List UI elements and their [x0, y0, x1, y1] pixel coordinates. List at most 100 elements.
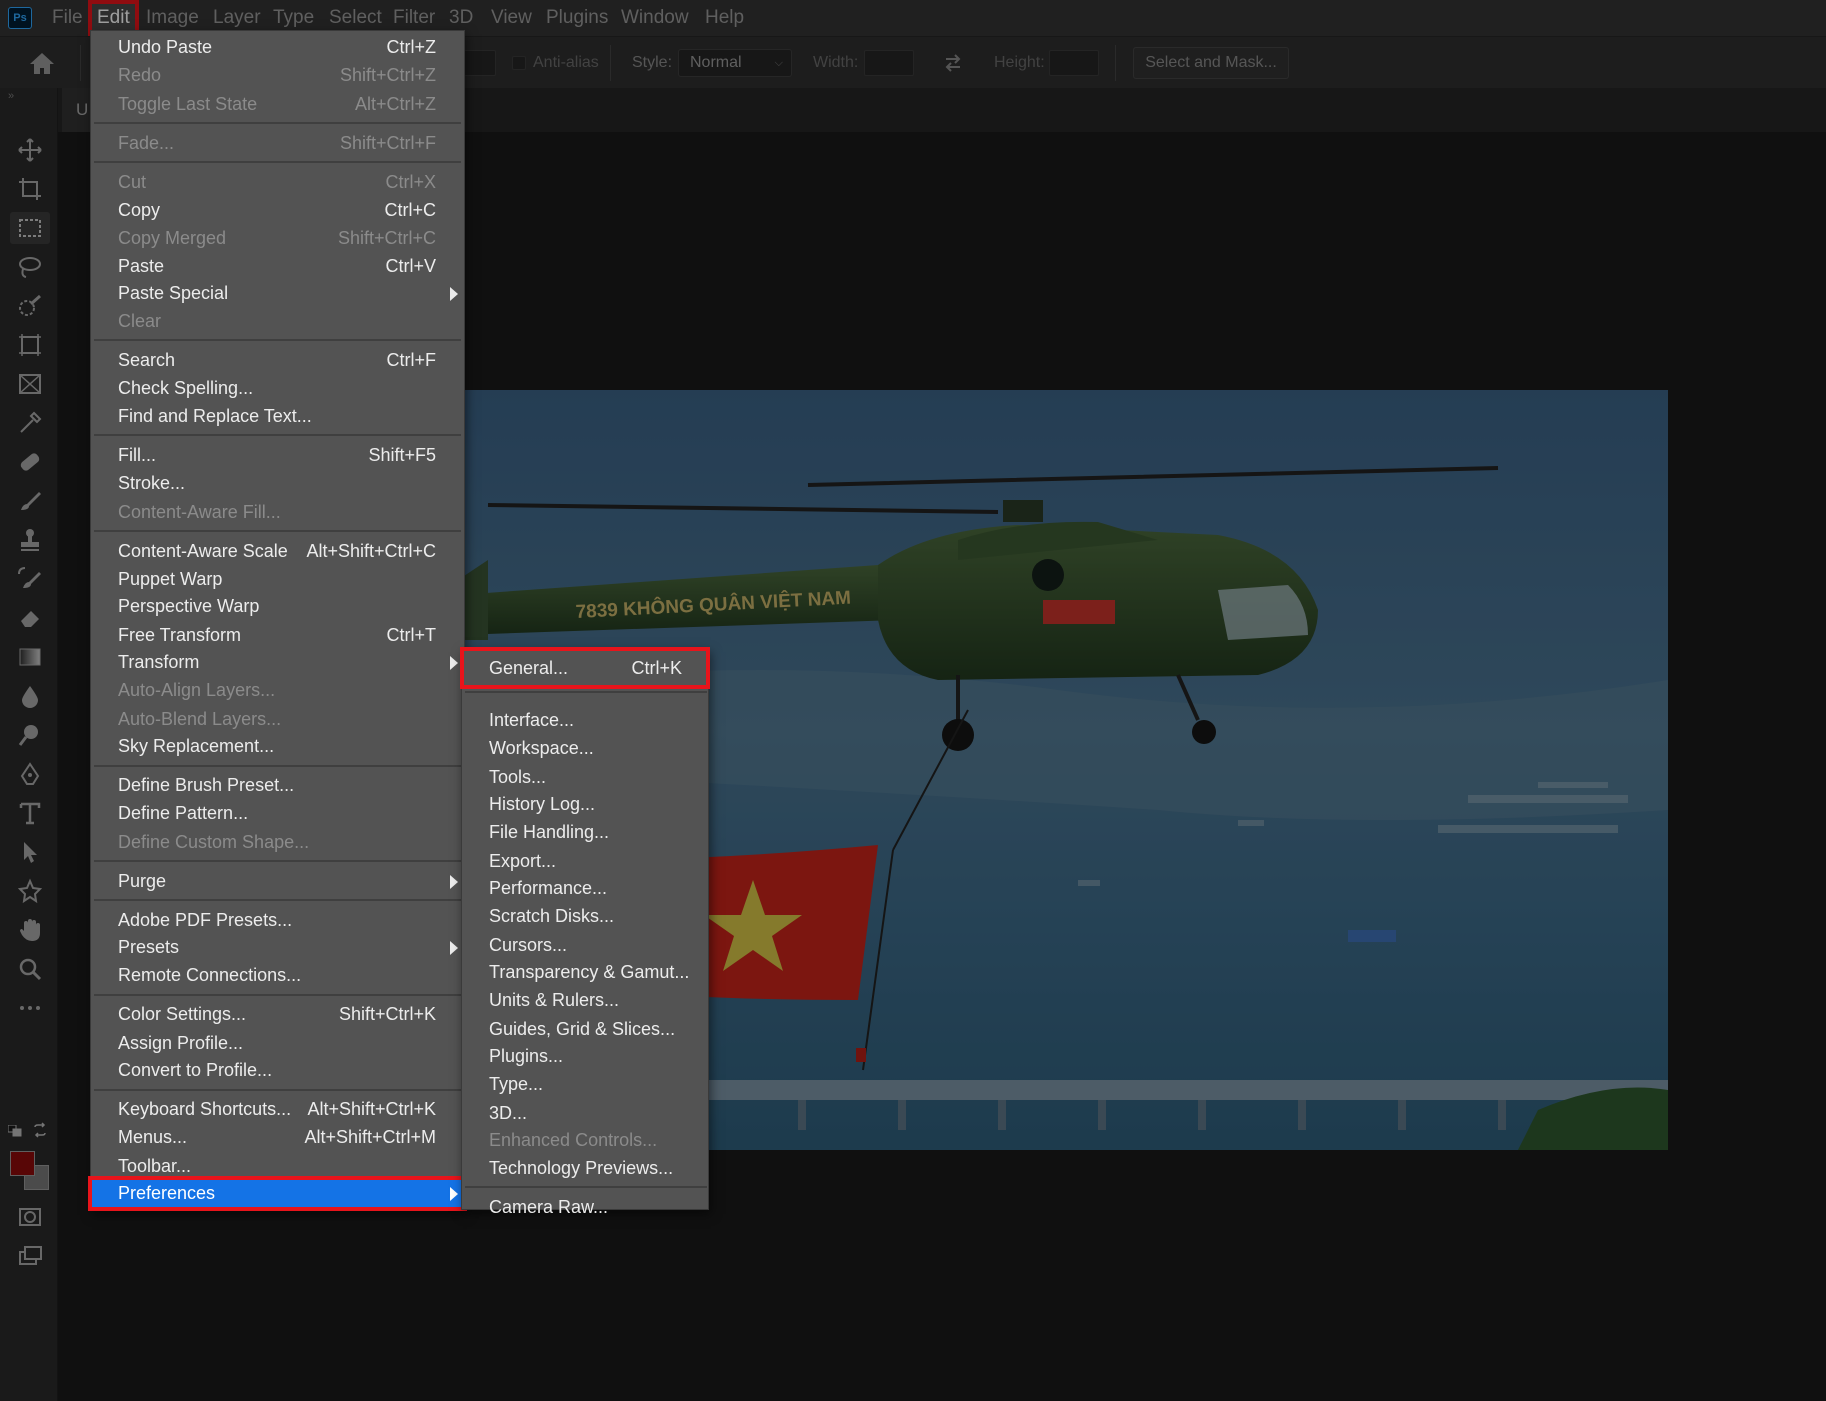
- menu-item-paste[interactable]: Paste Ctrl+V: [91, 252, 464, 280]
- menu-plugins[interactable]: Plugins: [546, 0, 608, 36]
- menu-item-general[interactable]: General... Ctrl+K: [460, 647, 710, 689]
- menu-item-remote-connections[interactable]: Remote Connections...: [91, 961, 464, 989]
- collapse-panel-icon[interactable]: »: [8, 90, 14, 102]
- menu-item-auto-align-layers[interactable]: Auto-Align Layers...: [91, 676, 464, 704]
- home-icon[interactable]: [22, 47, 62, 79]
- menu-item-type[interactable]: Type...: [462, 1070, 708, 1098]
- frame-placeholder-tool-icon[interactable]: [10, 368, 50, 400]
- menu-item-puppet-warp[interactable]: Puppet Warp: [91, 565, 464, 593]
- history-brush-tool-icon[interactable]: [10, 563, 50, 595]
- marquee-tool-icon[interactable]: [10, 212, 50, 244]
- menu-item-toggle-last-state[interactable]: Toggle Last State Alt+Ctrl+Z: [91, 90, 464, 118]
- eyedropper-tool-icon[interactable]: [10, 407, 50, 439]
- menu-item-find-replace-text[interactable]: Find and Replace Text...: [91, 402, 464, 430]
- custom-shape-tool-icon[interactable]: [10, 875, 50, 907]
- menu-item-keyboard-shortcuts[interactable]: Keyboard Shortcuts... Alt+Shift+Ctrl+K: [91, 1095, 464, 1123]
- crop-tool-icon[interactable]: [10, 173, 50, 205]
- menu-file[interactable]: File: [52, 0, 83, 36]
- hand-tool-icon[interactable]: [10, 914, 50, 946]
- menu-item-sky-replacement[interactable]: Sky Replacement...: [91, 732, 464, 760]
- menu-item-check-spelling[interactable]: Check Spelling...: [91, 374, 464, 402]
- menu-item-technology-previews[interactable]: Technology Previews...: [462, 1154, 708, 1182]
- swap-arrows-icon[interactable]: [942, 53, 964, 73]
- frame-tool-icon[interactable]: [10, 329, 50, 361]
- path-selection-tool-icon[interactable]: [10, 836, 50, 868]
- menu-item-cursors[interactable]: Cursors...: [462, 931, 708, 959]
- lasso-tool-icon[interactable]: [10, 251, 50, 283]
- menu-item-camera-raw[interactable]: Camera Raw...: [462, 1193, 708, 1221]
- menu-view[interactable]: View: [491, 0, 532, 36]
- gradient-tool-icon[interactable]: [10, 641, 50, 673]
- menu-item-units-rulers[interactable]: Units & Rulers...: [462, 986, 708, 1014]
- menu-item-menus[interactable]: Menus... Alt+Shift+Ctrl+M: [91, 1123, 464, 1151]
- menu-item-transparency-gamut[interactable]: Transparency & Gamut...: [462, 958, 708, 986]
- menu-item-perspective-warp[interactable]: Perspective Warp: [91, 592, 464, 620]
- eraser-tool-icon[interactable]: [10, 602, 50, 634]
- menu-item-search[interactable]: Search Ctrl+F: [91, 346, 464, 374]
- menu-help[interactable]: Help: [705, 0, 744, 36]
- menu-item-purge[interactable]: Purge: [91, 867, 464, 895]
- menu-item-content-aware-scale[interactable]: Content-Aware Scale Alt+Shift+Ctrl+C: [91, 537, 464, 565]
- menu-item-define-brush-preset[interactable]: Define Brush Preset...: [91, 771, 464, 799]
- feather-field[interactable]: [462, 50, 496, 76]
- blur-tool-icon[interactable]: [10, 680, 50, 712]
- dodge-tool-icon[interactable]: [10, 719, 50, 751]
- menu-item-export[interactable]: Export...: [462, 847, 708, 875]
- menu-window[interactable]: Window: [621, 0, 689, 36]
- menu-item-copy[interactable]: Copy Ctrl+C: [91, 196, 464, 224]
- menu-item-define-pattern[interactable]: Define Pattern...: [91, 799, 464, 827]
- menu-item-adobe-pdf-presets[interactable]: Adobe PDF Presets...: [91, 906, 464, 934]
- menu-item-stroke[interactable]: Stroke...: [91, 469, 464, 497]
- style-select[interactable]: Normal ⌵: [678, 49, 792, 77]
- menu-item-cut[interactable]: Cut Ctrl+X: [91, 168, 464, 196]
- height-field[interactable]: [1049, 50, 1099, 76]
- menu-item-clear[interactable]: Clear: [91, 307, 464, 335]
- menu-item-auto-blend-layers[interactable]: Auto-Blend Layers...: [91, 705, 464, 733]
- menu-item-file-handling[interactable]: File Handling...: [462, 818, 708, 846]
- menu-item-free-transform[interactable]: Free Transform Ctrl+T: [91, 621, 464, 649]
- pen-tool-icon[interactable]: [10, 758, 50, 790]
- menu-item-workspace[interactable]: Workspace...: [462, 734, 708, 762]
- brush-tool-icon[interactable]: [10, 485, 50, 517]
- quick-selection-tool-icon[interactable]: [10, 290, 50, 322]
- menu-item-interface[interactable]: Interface...: [462, 706, 708, 734]
- type-tool-icon[interactable]: [10, 797, 50, 829]
- menu-item-presets[interactable]: Presets: [91, 933, 464, 961]
- width-field[interactable]: [864, 50, 914, 76]
- menu-item-enhanced-controls[interactable]: Enhanced Controls...: [462, 1126, 708, 1154]
- menu-item-tools[interactable]: Tools...: [462, 763, 708, 791]
- menu-item-fade[interactable]: Fade... Shift+Ctrl+F: [91, 129, 464, 157]
- quick-mask-icon[interactable]: [10, 1201, 50, 1233]
- menu-item-history-log[interactable]: History Log...: [462, 790, 708, 818]
- menu-item-performance[interactable]: Performance...: [462, 874, 708, 902]
- clone-stamp-tool-icon[interactable]: [10, 524, 50, 556]
- menu-item-transform[interactable]: Transform: [91, 648, 464, 676]
- anti-alias-checkbox[interactable]: [512, 56, 526, 70]
- swap-colors-icon[interactable]: [32, 1122, 48, 1138]
- menu-item-assign-profile[interactable]: Assign Profile...: [91, 1029, 464, 1057]
- menu-item-guides-grid-slices[interactable]: Guides, Grid & Slices...: [462, 1015, 708, 1043]
- menu-item-scratch-disks[interactable]: Scratch Disks...: [462, 902, 708, 930]
- menu-item-convert-to-profile[interactable]: Convert to Profile...: [91, 1056, 464, 1084]
- foreground-color-swatch[interactable]: [10, 1151, 35, 1176]
- select-and-mask-button[interactable]: Select and Mask...: [1133, 47, 1289, 79]
- screen-mode-icon[interactable]: [10, 1240, 50, 1272]
- more-tools-icon[interactable]: [10, 992, 50, 1024]
- zoom-tool-icon[interactable]: [10, 953, 50, 985]
- menu-separator: [94, 434, 461, 436]
- menu-item-content-aware-fill[interactable]: Content-Aware Fill...: [91, 498, 464, 526]
- menu-item-color-settings[interactable]: Color Settings... Shift+Ctrl+K: [91, 1000, 464, 1028]
- menu-item-preferences[interactable]: Preferences: [88, 1176, 467, 1211]
- menu-item-3d[interactable]: 3D...: [462, 1099, 708, 1127]
- menu-item-undo-paste[interactable]: Undo Paste Ctrl+Z: [91, 33, 464, 61]
- menu-item-define-custom-shape[interactable]: Define Custom Shape...: [91, 828, 464, 856]
- menu-item-fill[interactable]: Fill... Shift+F5: [91, 441, 464, 469]
- menu-item-plugins[interactable]: Plugins...: [462, 1042, 708, 1070]
- menu-item-copy-merged[interactable]: Copy Merged Shift+Ctrl+C: [91, 224, 464, 252]
- menu-item-redo[interactable]: Redo Shift+Ctrl+Z: [91, 61, 464, 89]
- menu-item-toolbar[interactable]: Toolbar...: [91, 1152, 464, 1180]
- default-colors-icon[interactable]: [7, 1124, 22, 1137]
- menu-item-paste-special[interactable]: Paste Special: [91, 279, 464, 307]
- healing-brush-tool-icon[interactable]: [10, 446, 50, 478]
- move-tool-icon[interactable]: [10, 134, 50, 166]
